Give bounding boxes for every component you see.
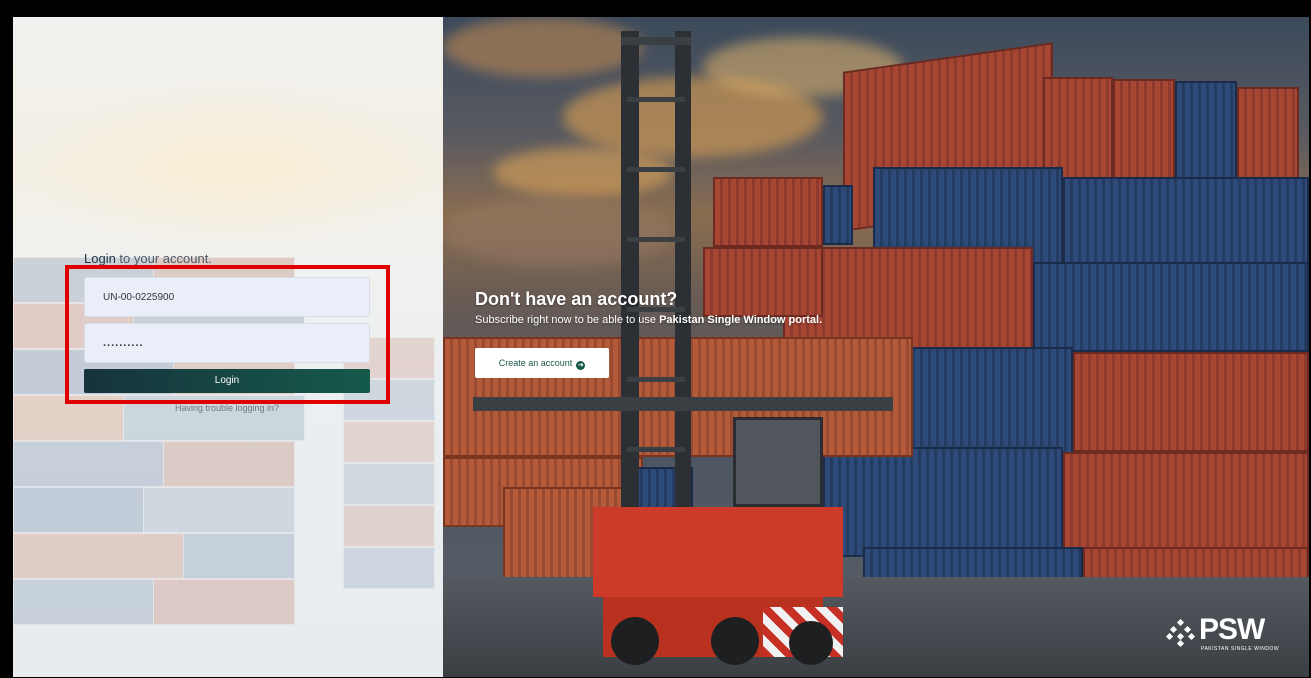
login-heading: Login to your account. [84, 251, 212, 266]
page-frame: Login to your account. .......... Login … [13, 17, 1309, 677]
psw-logo-dots-icon [1165, 618, 1196, 648]
promo-subtitle-prefix: Subscribe right now to be able to use [475, 314, 660, 326]
login-panel: Login to your account. .......... Login … [13, 17, 443, 677]
username-input[interactable] [84, 277, 370, 317]
login-button[interactable]: Login [84, 369, 370, 393]
create-account-button[interactable]: Create an account ➜ [475, 348, 609, 378]
create-account-label: Create an account [498, 358, 573, 368]
psw-logo-tagline: PAKISTAN SINGLE WINDOW [1201, 646, 1280, 652]
login-background [13, 17, 443, 277]
login-heading-rest: to your account. [115, 251, 212, 266]
password-mask: .......... [103, 337, 144, 349]
promo-subtitle-strong: Pakistan Single Window portal. [659, 314, 823, 326]
arrow-circle-right-icon: ➜ [576, 361, 586, 370]
faded-containers-left [13, 257, 313, 677]
trouble-logging-in-link[interactable]: Having trouble logging in? [84, 403, 370, 413]
psw-logo-mark: PSW [1199, 613, 1265, 646]
login-heading-strong: Login [84, 251, 116, 266]
promo-title: Don't have an account? [475, 289, 678, 309]
password-input[interactable]: .......... [84, 323, 370, 363]
promo-panel: Don't have an account? Subscribe right n… [443, 17, 1309, 677]
promo-subtitle: Subscribe right now to be able to use Pa… [475, 314, 822, 326]
